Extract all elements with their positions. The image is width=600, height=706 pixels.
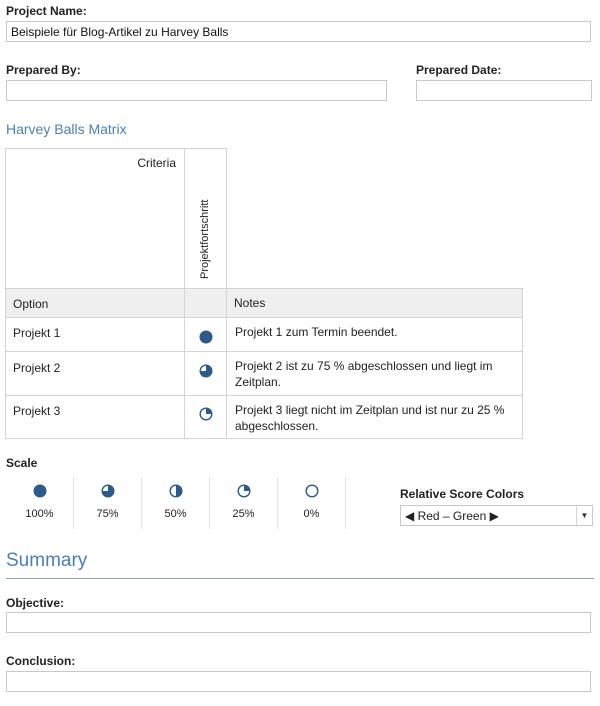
notes-cell[interactable]: Projekt 3 liegt nicht im Zeitplan und is…: [226, 395, 523, 439]
harvey-ball-three-quarter-icon: [101, 484, 115, 498]
notes-text: Projekt 2 ist zu 75 % abgeschlossen und …: [235, 359, 493, 389]
objective-label: Objective:: [6, 596, 65, 610]
notes-text: Projekt 1 zum Termin beendet.: [235, 325, 398, 339]
criteria-header-cell: Criteria: [5, 148, 185, 289]
option-header-cell: Option: [5, 288, 185, 318]
project-name-label: Project Name:: [6, 4, 87, 18]
prepared-date-label: Prepared Date:: [416, 63, 502, 77]
prepared-by-label: Prepared By:: [6, 63, 81, 77]
summary-title: Summary: [6, 550, 88, 571]
notes-header-cell: Notes: [226, 288, 523, 318]
scale-item-label: 100%: [25, 508, 54, 520]
harvey-ball-icon: [199, 330, 213, 344]
matrix-title: Harvey Balls Matrix: [6, 121, 127, 137]
scale-item-label: 75%: [96, 508, 119, 520]
table-row-option: Projekt 3: [5, 395, 185, 439]
column-header-cell: Projektfortschritt: [184, 148, 227, 289]
table-row-option: Projekt 2: [5, 351, 185, 396]
notes-cell[interactable]: Projekt 2 ist zu 75 % abgeschlossen und …: [226, 351, 523, 396]
prepared-by-input[interactable]: [6, 80, 387, 101]
scale-item-25: 25%: [210, 477, 278, 529]
ball-cell[interactable]: [184, 395, 227, 439]
option-cell: Projekt 2: [13, 361, 61, 375]
harvey-ball-empty-icon: [305, 484, 319, 498]
score-colors-value: ◀ Red – Green ▶: [405, 509, 499, 523]
notes-header: Notes: [234, 296, 266, 310]
scale-item-label: 25%: [232, 508, 255, 520]
option-cell: Projekt 3: [13, 404, 61, 418]
harvey-ball-icon: [199, 364, 213, 378]
ball-cell[interactable]: [184, 351, 227, 396]
chevron-down-icon[interactable]: ▼: [576, 506, 592, 525]
objective-input[interactable]: [6, 612, 591, 633]
option-cell: Projekt 1: [13, 326, 61, 340]
harvey-ball-full-icon: [33, 484, 47, 498]
ball-cell[interactable]: [184, 317, 227, 352]
scale-item-50: 50%: [142, 477, 210, 529]
project-name-input[interactable]: Beispiele für Blog-Artikel zu Harvey Bal…: [6, 21, 591, 42]
scale-item-0: 0%: [278, 477, 346, 529]
scale-item-100: 100%: [6, 477, 74, 529]
scale-item-label: 50%: [164, 508, 187, 520]
harvey-ball-icon: [199, 407, 213, 421]
conclusion-input[interactable]: [6, 671, 591, 692]
option-header: Option: [13, 297, 49, 311]
column-header-projektfortschritt: Projektfortschritt: [199, 199, 211, 279]
scale-label: Scale: [6, 456, 38, 470]
prepared-date-input[interactable]: [416, 80, 592, 101]
scale-item-75: 75%: [74, 477, 142, 529]
conclusion-label: Conclusion:: [6, 654, 76, 668]
notes-cell[interactable]: Projekt 1 zum Termin beendet.: [226, 317, 523, 352]
harvey-ball-half-icon: [169, 484, 183, 498]
scale-item-label: 0%: [303, 508, 320, 520]
score-colors-label: Relative Score Colors: [400, 487, 525, 501]
harvey-ball-quarter-icon: [237, 484, 251, 498]
score-colors-select[interactable]: ◀ Red – Green ▶ ▼: [400, 505, 593, 526]
table-row-option: Projekt 1: [5, 317, 185, 352]
notes-text: Projekt 3 liegt nicht im Zeitplan und is…: [235, 403, 505, 433]
summary-divider: [6, 578, 594, 579]
ball-header-cell: [184, 288, 227, 318]
criteria-label: Criteria: [137, 156, 176, 170]
